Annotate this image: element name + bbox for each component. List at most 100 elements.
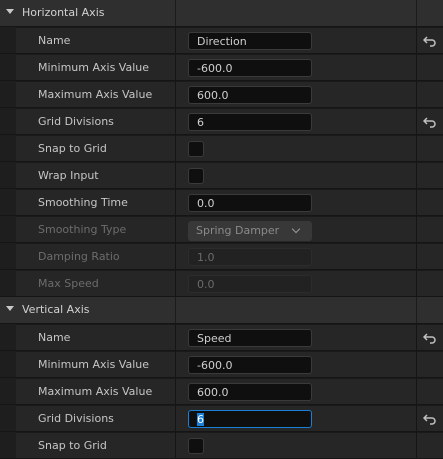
row-indent	[0, 135, 16, 161]
row-indent	[0, 81, 16, 107]
wrap-input-label: Wrap Input	[38, 169, 99, 182]
row-horizontal-max: Maximum Axis Value 600.0	[0, 81, 443, 107]
reset-cell	[417, 81, 443, 107]
column-divider	[175, 297, 176, 323]
smoothing-time-label: Smoothing Time	[38, 196, 128, 209]
grid-divisions-field[interactable]: 6	[188, 410, 312, 428]
row-indent	[0, 189, 16, 215]
snap-to-grid-label: Snap to Grid	[38, 439, 107, 452]
category-title: Vertical Axis	[22, 303, 90, 316]
reset-cell	[417, 54, 443, 80]
grid-divisions-field[interactable]: 6	[188, 113, 312, 131]
reset-cell	[417, 243, 443, 269]
value-cell: 1.0	[176, 243, 416, 269]
row-horizontal-max-speed: Max Speed 0.0	[0, 270, 443, 296]
label-cell: Snap to Grid	[16, 135, 175, 161]
min-axis-label: Minimum Axis Value	[38, 61, 149, 74]
damping-ratio-field: 1.0	[188, 248, 312, 266]
snap-to-grid-checkbox[interactable]	[188, 141, 204, 157]
reset-cell	[417, 351, 443, 377]
value-cell: -600.0	[176, 351, 416, 377]
min-axis-label: Minimum Axis Value	[38, 358, 149, 371]
column-divider	[416, 297, 417, 323]
reset-cell	[417, 162, 443, 188]
column-divider	[416, 0, 417, 26]
max-axis-label: Maximum Axis Value	[38, 88, 153, 101]
selected-text: 6	[197, 413, 204, 426]
snap-to-grid-label: Snap to Grid	[38, 142, 107, 155]
column-divider	[175, 0, 176, 26]
reset-cell	[417, 270, 443, 296]
reset-to-default-icon[interactable]	[423, 332, 437, 344]
details-panel: Horizontal Axis Name Direction Minimum A…	[0, 0, 443, 459]
value-cell: 0.0	[176, 189, 416, 215]
row-indent	[0, 324, 16, 350]
max-axis-label: Maximum Axis Value	[38, 385, 153, 398]
caret-down-icon[interactable]	[6, 9, 14, 14]
max-speed-label: Max Speed	[38, 277, 99, 290]
name-label: Name	[38, 34, 71, 47]
label-cell: Grid Divisions	[16, 405, 175, 431]
smoothing-time-field[interactable]: 0.0	[188, 194, 312, 212]
smoothing-type-label: Smoothing Type	[38, 223, 127, 236]
wrap-input-checkbox[interactable]	[188, 168, 204, 184]
reset-cell	[417, 324, 443, 350]
min-axis-field[interactable]: -600.0	[188, 356, 312, 374]
smoothing-type-dropdown[interactable]: Spring Damper	[188, 221, 312, 241]
row-vertical-name: Name Speed	[0, 324, 443, 350]
value-cell: 6	[176, 405, 416, 431]
label-cell: Grid Divisions	[16, 108, 175, 134]
row-indent	[0, 351, 16, 377]
row-horizontal-snap: Snap to Grid	[0, 135, 443, 161]
row-horizontal-smoothing: Smoothing Time 0.0	[0, 189, 443, 215]
label-cell: Wrap Input	[16, 162, 175, 188]
row-indent	[0, 27, 16, 53]
min-axis-field[interactable]: -600.0	[188, 59, 312, 77]
reset-to-default-icon[interactable]	[423, 413, 437, 425]
category-vertical-axis[interactable]: Vertical Axis	[0, 297, 443, 324]
label-cell: Minimum Axis Value	[16, 54, 175, 80]
label-cell: Smoothing Type	[16, 216, 175, 242]
label-cell: Minimum Axis Value	[16, 351, 175, 377]
row-vertical-grid: Grid Divisions 6	[0, 405, 443, 431]
max-axis-field[interactable]: 600.0	[188, 383, 312, 401]
category-title: Horizontal Axis	[22, 6, 105, 19]
name-field[interactable]: Direction	[188, 32, 312, 50]
reset-cell	[417, 405, 443, 431]
value-cell: -600.0	[176, 54, 416, 80]
value-cell: 600.0	[176, 81, 416, 107]
reset-to-default-icon[interactable]	[423, 35, 437, 47]
grid-divisions-label: Grid Divisions	[38, 115, 114, 128]
value-cell: 6	[176, 108, 416, 134]
reset-cell	[417, 27, 443, 53]
category-horizontal-axis[interactable]: Horizontal Axis	[0, 0, 443, 27]
row-horizontal-grid: Grid Divisions 6	[0, 108, 443, 134]
max-axis-field[interactable]: 600.0	[188, 86, 312, 104]
smoothing-type-value: Spring Damper	[196, 224, 280, 237]
max-speed-field: 0.0	[188, 275, 312, 293]
value-cell: 600.0	[176, 378, 416, 404]
reset-cell	[417, 432, 443, 458]
reset-cell	[417, 378, 443, 404]
damping-ratio-label: Damping Ratio	[38, 250, 120, 263]
label-cell: Max Speed	[16, 270, 175, 296]
chevron-down-icon	[291, 224, 301, 234]
reset-to-default-icon[interactable]	[423, 116, 437, 128]
caret-down-icon[interactable]	[6, 306, 14, 311]
row-indent	[0, 216, 16, 242]
row-indent	[0, 108, 16, 134]
reset-cell	[417, 135, 443, 161]
value-cell: 0.0	[176, 270, 416, 296]
value-cell: Spring Damper	[176, 216, 416, 242]
reset-cell	[417, 216, 443, 242]
row-indent	[0, 405, 16, 431]
value-cell	[176, 162, 416, 188]
row-indent	[0, 270, 16, 296]
name-field[interactable]: Speed	[188, 329, 312, 347]
snap-to-grid-checkbox[interactable]	[188, 438, 204, 454]
label-cell: Snap to Grid	[16, 432, 175, 458]
label-cell: Name	[16, 27, 175, 53]
row-indent	[0, 432, 16, 458]
row-horizontal-min: Minimum Axis Value -600.0	[0, 54, 443, 80]
row-horizontal-wrap: Wrap Input	[0, 162, 443, 188]
